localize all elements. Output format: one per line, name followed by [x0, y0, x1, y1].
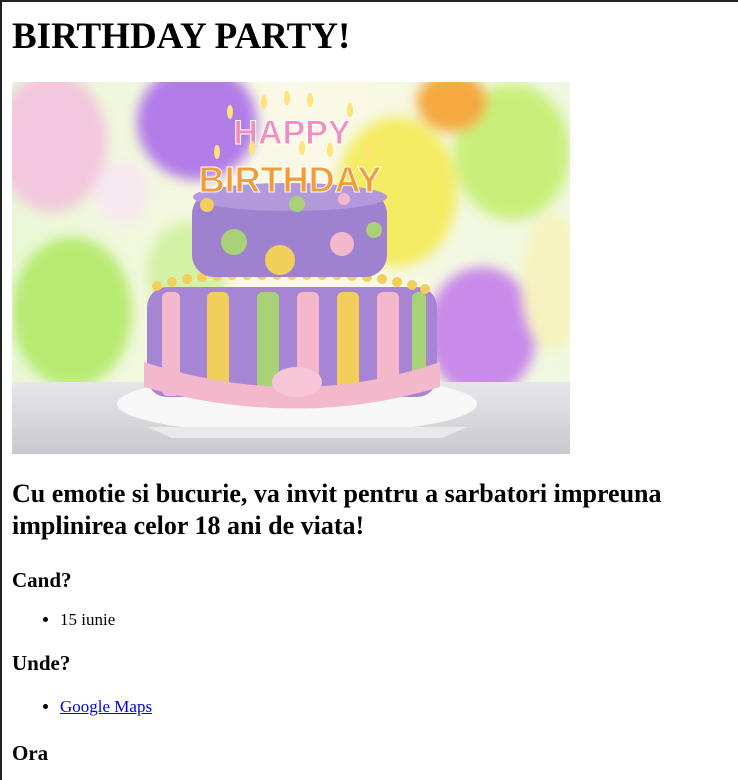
when-heading: Cand?	[12, 568, 72, 592]
time-heading: Ora	[12, 741, 49, 765]
list-item: Google Maps	[60, 697, 738, 717]
list-item: 15 iunie	[60, 610, 738, 630]
birthday-cake-image: HAPPY BIRTHDAY	[12, 82, 570, 454]
page-title: BIRTHDAY PARTY!	[12, 16, 351, 57]
page-content: BIRTHDAY PARTY! HAPPY BIRTHDAY Cu emotie…	[2, 16, 738, 766]
cake-topper-birthday: BIRTHDAY	[199, 159, 382, 200]
where-heading: Unde?	[12, 651, 71, 675]
invitation-heading: Cu emotie si bucurie, va invit pentru a …	[12, 479, 662, 540]
where-list: Google Maps	[12, 697, 738, 717]
when-list: 15 iunie	[12, 610, 738, 630]
google-maps-link[interactable]: Google Maps	[60, 697, 152, 716]
